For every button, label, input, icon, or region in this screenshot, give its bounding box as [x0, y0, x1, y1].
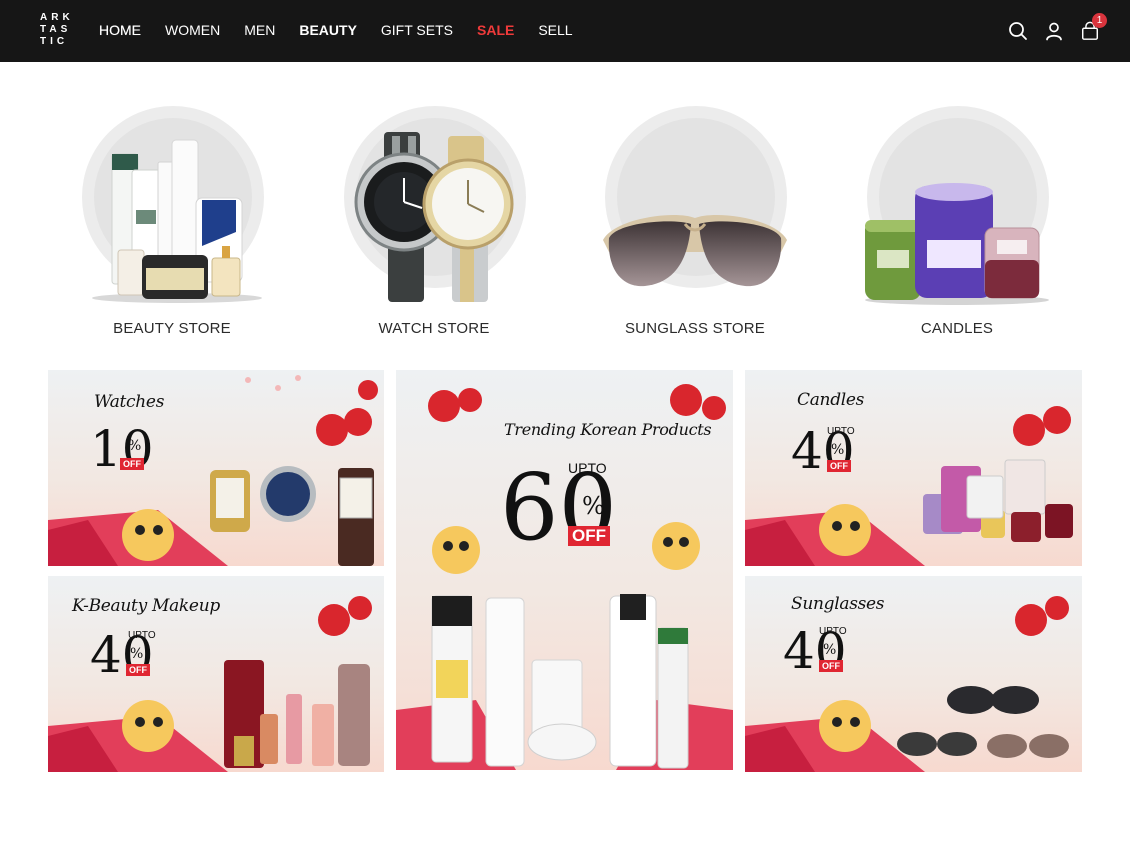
watches-icon — [354, 132, 514, 302]
banner-title: Watches — [94, 392, 165, 412]
banner-off-tag: OFF — [126, 664, 150, 676]
banner-percent: % — [831, 442, 845, 458]
user-icon[interactable] — [1044, 21, 1064, 41]
candles-icon — [865, 183, 1049, 305]
banner-off-tag: OFF — [568, 526, 610, 546]
logo-line-3: TIC — [40, 36, 69, 47]
cart-count-badge: 1 — [1092, 13, 1107, 28]
category-label: WATCH STORE — [378, 320, 490, 337]
logo-line-1: ARK — [40, 12, 74, 23]
category-label: SUNGLASS STORE — [624, 320, 766, 337]
nav-men[interactable]: MEN — [244, 20, 275, 40]
cart-icon[interactable]: 1 — [1080, 13, 1107, 41]
banner-percent: % — [823, 642, 837, 658]
category-sunglass-store[interactable]: SUNGLASS STORE — [595, 100, 795, 340]
category-label: CANDLES — [920, 320, 994, 337]
nav-sell[interactable]: SELL — [538, 20, 572, 40]
banner-percent: % — [128, 438, 142, 454]
nav-women[interactable]: WOMEN — [165, 20, 220, 40]
nav-home[interactable]: HOME — [99, 20, 141, 40]
main-nav: HOME WOMEN MEN BEAUTY GIFT SETS SALE SEL… — [99, 0, 597, 62]
sunglasses-icon — [603, 214, 787, 287]
banner-off-tag: OFF — [819, 660, 843, 672]
banner-percent: % — [582, 492, 605, 520]
header-actions: 1 — [1008, 0, 1107, 62]
promo-banner-trending-korean[interactable]: Trending Korean Products UPTO 60 % OFF — [396, 370, 733, 770]
category-row: BEAUTY STORE WATCH STORE SUNGLASS STORE … — [0, 100, 1130, 350]
category-label: BEAUTY STORE — [113, 320, 231, 337]
promo-banner-watches[interactable]: Watches 10 % OFF — [48, 370, 384, 566]
banner-title: K-Beauty Makeup — [72, 596, 220, 616]
banner-title: Trending Korean Products — [504, 420, 712, 439]
banner-off-tag: OFF — [120, 458, 144, 470]
search-icon[interactable] — [1008, 21, 1028, 41]
category-watch-store[interactable]: WATCH STORE — [334, 100, 534, 340]
nav-beauty[interactable]: BEAUTY — [299, 20, 357, 40]
banner-off-tag: OFF — [827, 460, 851, 472]
banner-title: Sunglasses — [791, 594, 885, 614]
promo-banner-kbeauty[interactable]: K-Beauty Makeup UPTO 40 % OFF — [48, 576, 384, 772]
promo-banner-candles[interactable]: Candles UPTO 40 % OFF — [745, 370, 1082, 566]
skincare-products-icon — [92, 139, 262, 303]
category-beauty-store[interactable]: BEAUTY STORE — [72, 100, 272, 340]
banner-title: Candles — [797, 390, 865, 410]
nav-sale[interactable]: SALE — [477, 20, 514, 40]
logo-line-2: TAS — [40, 24, 72, 35]
nav-gift-sets[interactable]: GIFT SETS — [381, 20, 453, 40]
top-navigation-bar: ARK TAS TIC HOME WOMEN MEN BEAUTY GIFT S… — [0, 0, 1130, 62]
banner-percent: % — [130, 646, 144, 662]
category-candles[interactable]: CANDLES — [857, 100, 1057, 340]
brand-logo[interactable]: ARK TAS TIC — [40, 13, 76, 47]
promo-banner-sunglasses[interactable]: Sunglasses UPTO 40 % OFF — [745, 576, 1082, 772]
